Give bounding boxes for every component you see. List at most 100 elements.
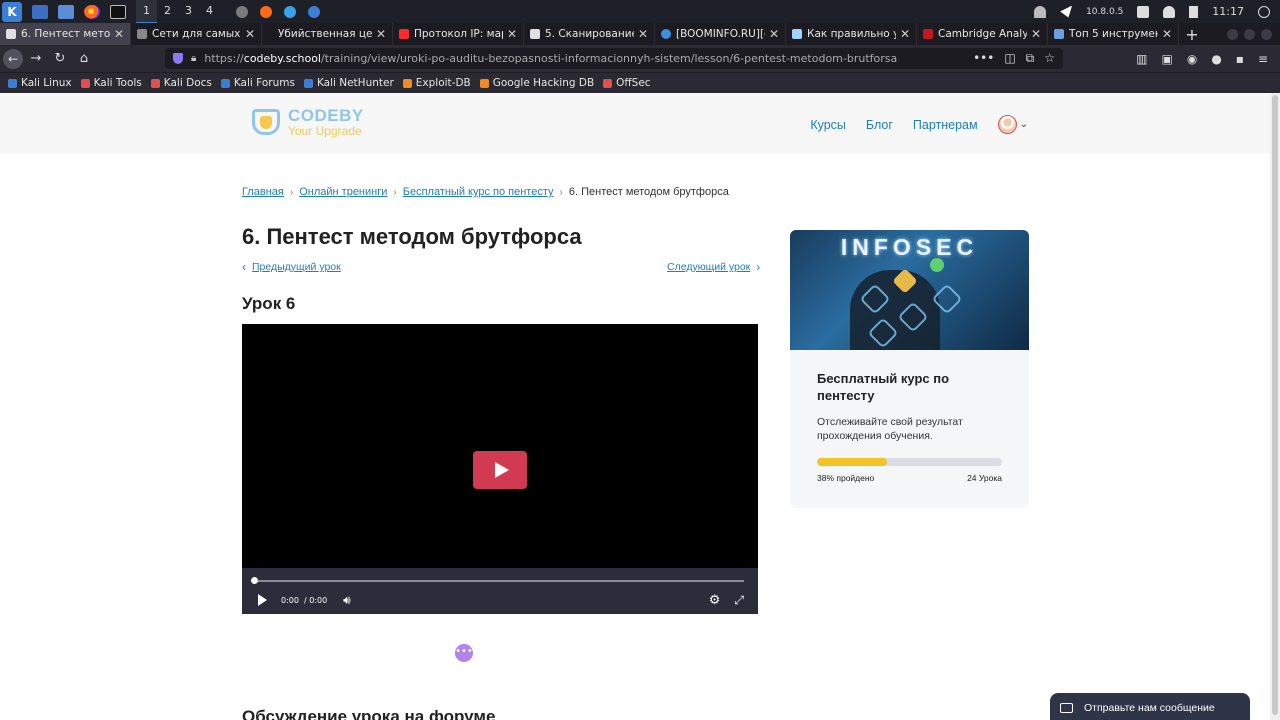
breadcrumb-online-trainings[interactable]: Онлайн тренинги (299, 186, 387, 198)
menu-icon[interactable]: ≡ (1258, 52, 1268, 66)
video-player[interactable]: 0:00 / 0:00 🔊︎ ⚙ ⤢ (242, 324, 758, 614)
nav-blog[interactable]: Блог (866, 118, 893, 132)
bookmark-offsec[interactable]: OffSec (603, 77, 651, 89)
chat-widget[interactable]: Отправьте нам сообщение (1050, 693, 1250, 720)
workspace-2[interactable]: 2 (157, 0, 178, 24)
show-desktop-icon[interactable] (32, 4, 48, 19)
shield-icon[interactable] (173, 53, 183, 64)
app-window-icon[interactable] (308, 5, 320, 18)
tab-kill-chain[interactable]: Убийственная цепочка ✕ (262, 23, 393, 45)
firefox-icon[interactable] (84, 4, 100, 19)
codeby-logo[interactable]: CODEBY Your Upgrade (248, 107, 364, 137)
bookmark-kali-forums[interactable]: Kali Forums (220, 77, 295, 89)
bookmark-kali-linux[interactable]: Kali Linux (8, 77, 72, 89)
volume-icon[interactable]: 🔊︎ (343, 593, 351, 608)
tab-ip-protocol[interactable]: Протокол IP: маршрут ✕ (393, 23, 524, 45)
bookmark-kali-tools[interactable]: Kali Tools (80, 77, 142, 89)
chevron-down-icon[interactable]: ⌄ (1020, 119, 1028, 130)
minimize-icon[interactable] (1227, 28, 1238, 40)
course-image[interactable]: INFOSEC (790, 230, 1029, 350)
close-tab-icon[interactable]: ✕ (507, 27, 517, 41)
sidebar-icon[interactable]: ▣ (1161, 52, 1172, 66)
gear-icon[interactable]: ⚙ (709, 593, 721, 608)
maximize-icon[interactable] (1244, 28, 1255, 40)
home-icon[interactable]: ⌂ (73, 51, 95, 66)
breadcrumb-free-course[interactable]: Бесплатный курс по пентесту (403, 186, 554, 198)
tab-title: Как правильно учит (807, 28, 896, 40)
nav-partners[interactable]: Партнерам (913, 118, 978, 132)
comments-icon[interactable]: ••• (455, 644, 473, 662)
telegram-tray-icon[interactable] (1060, 5, 1073, 18)
vpn-ip-label[interactable]: 10.8.0.5 (1086, 7, 1123, 17)
account-icon[interactable]: ◉ (1187, 52, 1197, 66)
reload-icon[interactable]: ↻ (49, 51, 71, 66)
url-bar[interactable]: 🔒︎ https://codeby.school/training/view/u… (165, 48, 1063, 69)
close-tab-icon[interactable]: ✕ (245, 27, 255, 41)
extension-icon[interactable]: ● (1211, 52, 1221, 66)
nav-courses[interactable]: Курсы (810, 118, 846, 132)
tab-top5-tools[interactable]: Топ 5 инструментов ✕ (1048, 23, 1179, 45)
extension2-icon[interactable]: ▪ (1236, 52, 1244, 66)
close-tab-icon[interactable]: ✕ (769, 27, 779, 41)
previous-lesson-link[interactable]: ‹ Предыдущий урок (242, 260, 341, 274)
close-tab-icon[interactable]: ✕ (900, 27, 910, 41)
play-button[interactable] (473, 451, 527, 489)
pocket-icon[interactable]: ◫ (1004, 51, 1015, 66)
tab-cambridge-analytica[interactable]: Cambridge Analytica ✕ (917, 23, 1048, 45)
back-arrow-icon[interactable]: ← (3, 48, 23, 69)
fullscreen-icon[interactable]: ⤢ (734, 593, 744, 608)
play-icon[interactable] (258, 594, 267, 606)
new-tab-button[interactable]: + (1179, 23, 1205, 45)
window-icon[interactable] (236, 5, 248, 18)
avatar[interactable] (997, 115, 1017, 134)
terminal-icon[interactable] (110, 4, 126, 19)
firefox-window-icon[interactable] (260, 5, 272, 18)
tab-networks[interactable]: Сети для самых мале ✕ (131, 23, 262, 45)
workspace-4[interactable]: 4 (199, 0, 220, 24)
bookmark-star-icon[interactable]: ☆ (1044, 51, 1055, 66)
page-scrollbar[interactable] (1270, 93, 1280, 720)
close-tab-icon[interactable]: ✕ (376, 27, 386, 41)
volume-icon[interactable] (1137, 5, 1150, 18)
next-lesson-link[interactable]: Следующий урок › (667, 260, 760, 274)
wifi-icon[interactable] (1034, 5, 1047, 18)
progress-handle[interactable] (251, 577, 258, 584)
power-icon[interactable] (1258, 5, 1270, 18)
tab-title: 5. Сканирование сет (545, 28, 634, 40)
tab-pentest-bruteforce[interactable]: 6. Пентест методом ✕ (0, 23, 131, 45)
kali-menu-icon[interactable]: K (2, 1, 22, 22)
forward-arrow-icon[interactable]: → (25, 51, 47, 66)
video-progress-bar[interactable] (251, 577, 744, 584)
library-icon[interactable]: ▥ (1136, 52, 1147, 66)
user-menu[interactable]: ⌄ (997, 115, 1028, 134)
telegram-window-icon[interactable] (284, 5, 296, 18)
breadcrumb-home[interactable]: Главная (242, 186, 284, 198)
workspace-3[interactable]: 3 (178, 0, 199, 24)
tab-how-to-learn[interactable]: Как правильно учит ✕ (786, 23, 917, 45)
tab-network-scanning[interactable]: 5. Сканирование сет ✕ (524, 23, 655, 45)
notification-bell-icon[interactable] (1163, 5, 1176, 18)
url-text[interactable]: https://codeby.school/training/view/urok… (204, 52, 973, 65)
tab-boominfo[interactable]: [BOOMINFO.RU][co ✕ (655, 23, 786, 45)
translate-icon[interactable]: ⧉ (1026, 51, 1035, 66)
workspace-1[interactable]: 1 (136, 0, 157, 24)
close-window-icon[interactable] (1261, 28, 1272, 40)
battery-icon[interactable] (1189, 5, 1199, 18)
bookmark-exploit-db[interactable]: Exploit-DB (402, 77, 471, 89)
course-description: Отслеживайте свой результат прохождения … (817, 416, 963, 442)
close-tab-icon[interactable]: ✕ (1162, 27, 1172, 41)
close-tab-icon[interactable]: ✕ (1031, 27, 1041, 41)
scrollbar-thumb[interactable] (1272, 95, 1278, 715)
course-title[interactable]: Бесплатный курс по пентесту (817, 370, 1002, 404)
close-tab-icon[interactable]: ✕ (114, 27, 124, 41)
bookmark-kali-docs[interactable]: Kali Docs (150, 77, 212, 89)
clock[interactable]: 11:17 (1212, 5, 1244, 18)
file-manager-icon[interactable] (58, 4, 74, 19)
lessons-count: 24 Урока (967, 473, 1002, 483)
close-tab-icon[interactable]: ✕ (638, 27, 648, 41)
bookmark-google-hacking-db[interactable]: Google Hacking DB (479, 77, 594, 89)
page-actions-icon[interactable]: ••• (973, 51, 994, 66)
bookmark-kali-nethunter[interactable]: Kali NetHunter (303, 77, 394, 89)
offsec-icon (603, 78, 613, 88)
lock-icon[interactable]: 🔒︎ (191, 53, 196, 64)
